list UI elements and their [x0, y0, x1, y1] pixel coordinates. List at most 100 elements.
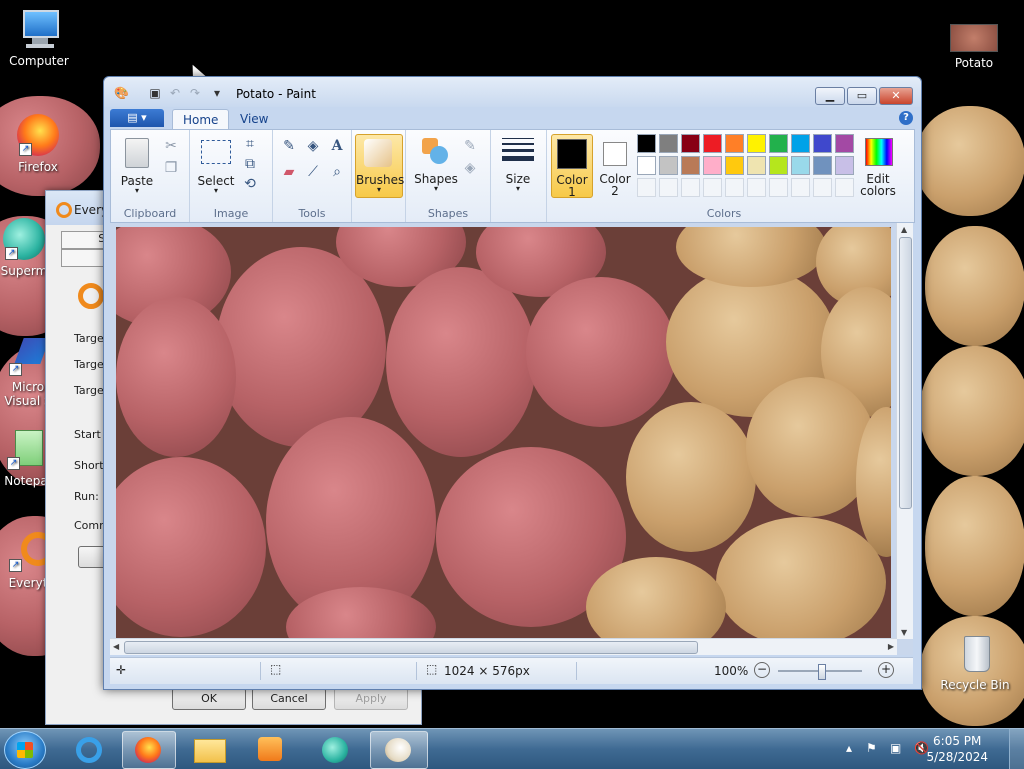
minimize-button[interactable]: ▁ [815, 87, 845, 105]
potato-image-canvas[interactable] [116, 227, 891, 638]
resize-icon[interactable]: ⧉ [240, 154, 260, 174]
custom-palette-slot[interactable] [681, 178, 700, 197]
horizontal-scrollbar[interactable]: ◀ ▶ [110, 638, 897, 655]
custom-palette-slot[interactable] [791, 178, 810, 197]
show-desktop-button[interactable] [1009, 729, 1024, 769]
desktop-icon-computer[interactable]: Computer [1, 8, 77, 68]
palette-swatch[interactable] [703, 134, 722, 153]
brushes-button[interactable]: Brushes ▾ [355, 134, 404, 198]
fill-bucket-icon[interactable]: ◈ [303, 136, 323, 156]
scroll-right-icon[interactable]: ▶ [888, 642, 894, 651]
magnifier-icon[interactable]: ⌕ [327, 162, 347, 182]
zoom-out-icon[interactable]: − [754, 662, 770, 678]
clock-time: 6:05 PM [933, 734, 982, 748]
palette-swatch[interactable] [835, 134, 854, 153]
action-center-flag-icon[interactable]: ⚑ [866, 741, 877, 755]
tab-view[interactable]: View [230, 109, 278, 129]
taskbar-file-explorer[interactable] [184, 731, 236, 767]
desktop-icon-firefox[interactable]: ↗ Firefox [0, 114, 76, 174]
crop-icon[interactable]: ⌗ [240, 134, 260, 154]
palette-swatch[interactable] [791, 134, 810, 153]
palette-swatch[interactable] [769, 134, 788, 153]
size-button[interactable]: Size ▾ [496, 134, 540, 196]
system-clock[interactable]: 6:05 PM 5/28/2024 [926, 733, 988, 765]
taskbar-supermium[interactable] [310, 731, 362, 767]
canvas-area: ▲ ▼ ◀ ▶ [110, 223, 913, 655]
fill-icon[interactable]: ◈ [460, 158, 480, 178]
palette-swatch[interactable] [659, 134, 678, 153]
zoom-slider[interactable] [778, 664, 862, 680]
cancel-button[interactable]: Cancel [252, 688, 326, 710]
text-icon[interactable]: A [327, 136, 347, 156]
custom-palette-slot[interactable] [747, 178, 766, 197]
palette-swatch[interactable] [725, 156, 744, 175]
scroll-up-icon[interactable]: ▲ [901, 225, 907, 234]
image-size-text: 1024 × 576px [444, 664, 530, 678]
undo-icon[interactable]: ↶ [168, 86, 182, 100]
vertical-scroll-thumb[interactable] [899, 237, 912, 509]
pencil-icon[interactable]: ✎ [279, 136, 299, 156]
paint-menu-button[interactable]: ▤ ▾ [110, 109, 164, 127]
custom-palette-slot[interactable] [835, 178, 854, 197]
palette-swatch[interactable] [791, 156, 810, 175]
desktop-icon-recycle-bin[interactable]: Recycle Bin [937, 632, 1013, 692]
horizontal-scroll-thumb[interactable] [124, 641, 698, 654]
taskbar-firefox[interactable] [122, 731, 176, 769]
cut-icon[interactable]: ✂ [161, 136, 181, 156]
custom-palette-slot[interactable] [725, 178, 744, 197]
eraser-icon[interactable]: ▰ [279, 162, 299, 182]
taskbar-internet-explorer[interactable] [64, 731, 116, 767]
palette-swatch[interactable] [725, 134, 744, 153]
palette-swatch[interactable] [703, 156, 722, 175]
copy-icon[interactable]: ❐ [161, 158, 181, 178]
taskbar-media-player[interactable] [246, 731, 298, 767]
paint-window[interactable]: 🎨 ▣ ↶ ↷ ▾ Potato - Paint ▁ ▭ ✕ ▤ ▾ Home … [103, 76, 922, 690]
scroll-down-icon[interactable]: ▼ [901, 628, 907, 637]
color-picker-icon[interactable]: ⟋ [303, 162, 323, 182]
zoom-slider-thumb[interactable] [818, 664, 826, 680]
palette-swatch[interactable] [835, 156, 854, 175]
custom-palette-slot[interactable] [637, 178, 656, 197]
color2-button[interactable]: Color 2 [595, 134, 635, 198]
maximize-button[interactable]: ▭ [847, 87, 877, 105]
ok-button[interactable]: OK [172, 688, 246, 710]
palette-swatch[interactable] [681, 134, 700, 153]
palette-swatch[interactable] [747, 156, 766, 175]
palette-swatch[interactable] [747, 134, 766, 153]
edit-colors-button[interactable]: Edit colors [857, 134, 899, 198]
desktop-icon-potato[interactable]: Potato [936, 24, 1012, 70]
select-button[interactable]: Select ▾ [196, 134, 236, 196]
close-button[interactable]: ✕ [879, 87, 913, 105]
shapes-button[interactable]: Shapes ▾ [414, 134, 458, 196]
help-icon[interactable]: ? [899, 111, 913, 125]
palette-swatch[interactable] [769, 156, 788, 175]
taskbar-paint[interactable] [370, 731, 428, 769]
apply-button[interactable]: Apply [334, 688, 408, 710]
palette-swatch[interactable] [681, 156, 700, 175]
tab-home[interactable]: Home [172, 109, 230, 130]
palette-swatch[interactable] [637, 156, 656, 175]
custom-palette-slot[interactable] [769, 178, 788, 197]
scroll-left-icon[interactable]: ◀ [113, 642, 119, 651]
save-icon[interactable]: ▣ [148, 86, 162, 100]
palette-swatch[interactable] [813, 156, 832, 175]
custom-palette-slot[interactable] [659, 178, 678, 197]
palette-swatch[interactable] [813, 134, 832, 153]
custom-palette-slot[interactable] [703, 178, 722, 197]
zoom-in-icon[interactable]: + [878, 662, 894, 678]
redo-icon[interactable]: ↷ [188, 86, 202, 100]
size-group: Size ▾ [490, 130, 547, 222]
start-button[interactable] [4, 731, 46, 769]
rotate-icon[interactable]: ⟲ [240, 174, 260, 194]
show-hidden-icons-icon[interactable]: ▴ [846, 741, 852, 755]
vertical-scrollbar[interactable]: ▲ ▼ [896, 223, 913, 639]
palette-swatch[interactable] [637, 134, 656, 153]
customize-qat-icon[interactable]: ▾ [210, 86, 224, 100]
color1-button[interactable]: Color 1 [551, 134, 593, 199]
custom-palette-slot[interactable] [813, 178, 832, 197]
outline-icon[interactable]: ✎ [460, 136, 480, 156]
paint-titlebar[interactable]: 🎨 ▣ ↶ ↷ ▾ Potato - Paint ▁ ▭ ✕ [104, 77, 921, 107]
network-icon[interactable]: ▣ [890, 741, 901, 755]
palette-swatch[interactable] [659, 156, 678, 175]
paste-button[interactable]: Paste ▾ [117, 134, 157, 196]
